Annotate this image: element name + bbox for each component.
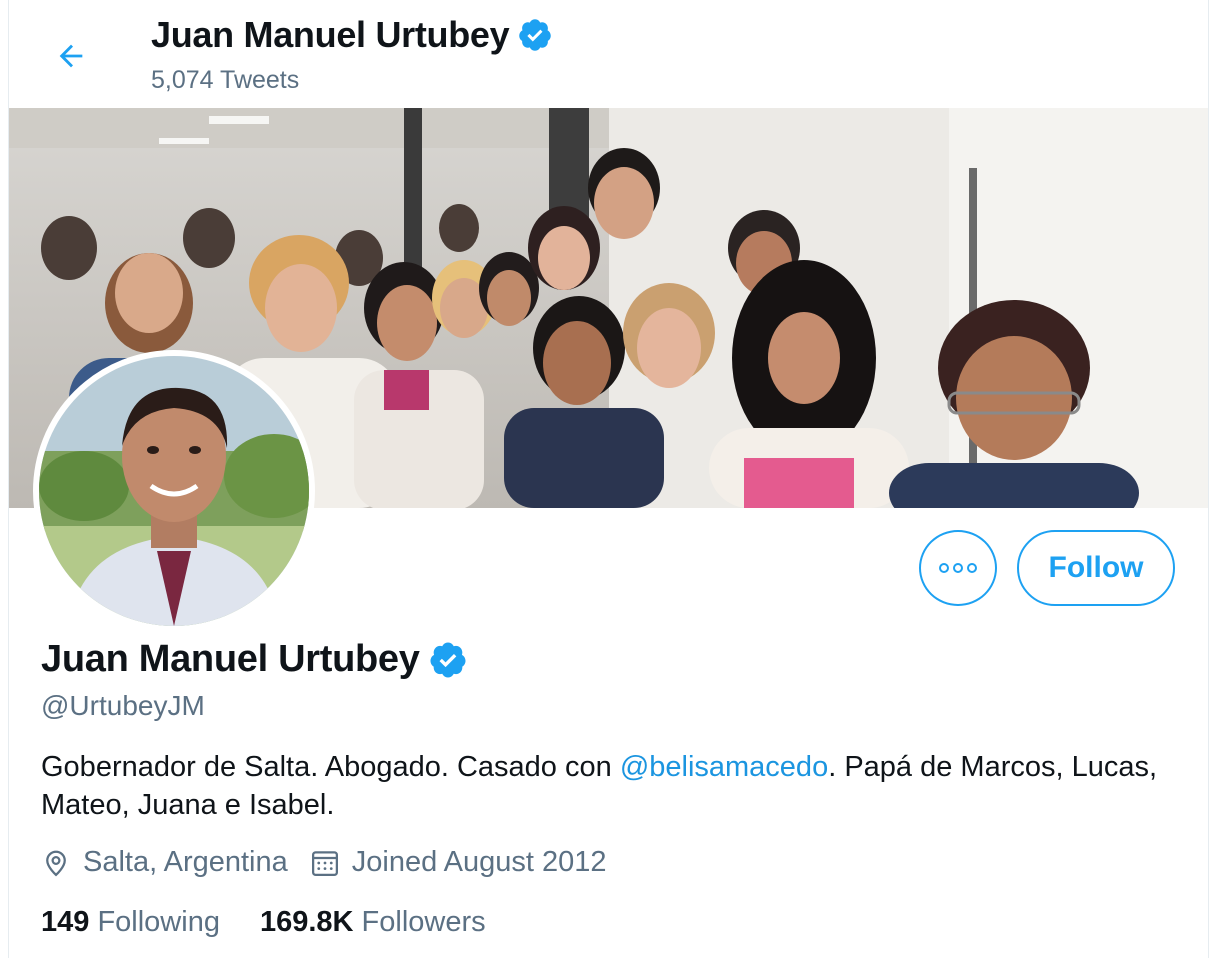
header-name: Juan Manuel Urtubey (151, 14, 510, 55)
location-text: Salta, Argentina (83, 846, 288, 878)
profile-header: Juan Manuel Urtubey 5,074 Tweets (9, 0, 1208, 108)
calendar-icon (311, 850, 338, 876)
profile-avatar[interactable] (33, 350, 315, 632)
following-count: 149 (41, 906, 90, 938)
followers-link[interactable]: 169.8K Followers (260, 906, 486, 939)
following-link[interactable]: 149 Following (41, 906, 220, 939)
verified-badge-icon (430, 642, 466, 677)
header-title: Juan Manuel Urtubey (151, 14, 553, 56)
location-item: Salta, Argentina (41, 846, 288, 879)
profile-meta: Salta, Argentina Joined August 2012 (41, 846, 629, 879)
more-options-icon (939, 563, 949, 573)
followers-count: 169.8K (259, 906, 354, 938)
profile-bio: Gobernador de Salta. Abogado. Casado con… (41, 748, 1161, 824)
profile-handle: @UrtubeyJM (41, 690, 205, 721)
joined-item: Joined August 2012 (310, 846, 607, 879)
profile-name: Juan Manuel Urtubey (41, 638, 468, 681)
avatar-photo (39, 356, 309, 626)
more-options-dot (967, 563, 977, 573)
joined-text: Joined August 2012 (351, 846, 607, 878)
followers-label: Followers (361, 906, 486, 938)
verified-badge-icon (519, 19, 552, 51)
profile-page: Juan Manuel Urtubey 5,074 Tweets Follow … (8, 0, 1209, 958)
location-pin-icon (46, 850, 66, 876)
bio-text: Gobernador de Salta. Abogado. Casado con (41, 751, 620, 783)
profile-name-text: Juan Manuel Urtubey (41, 638, 420, 680)
tweet-count: 5,074 Tweets (151, 66, 300, 94)
following-label: Following (97, 906, 220, 938)
profile-stats: 149 Following 169.8K Followers (41, 906, 526, 939)
follow-button[interactable]: Follow (1017, 530, 1175, 606)
bio-mention-link[interactable]: @belisamacedo (620, 751, 828, 783)
back-button[interactable] (45, 30, 97, 82)
more-options-button[interactable] (919, 530, 997, 606)
arrow-left-icon (59, 44, 83, 68)
more-options-dot (953, 563, 963, 573)
